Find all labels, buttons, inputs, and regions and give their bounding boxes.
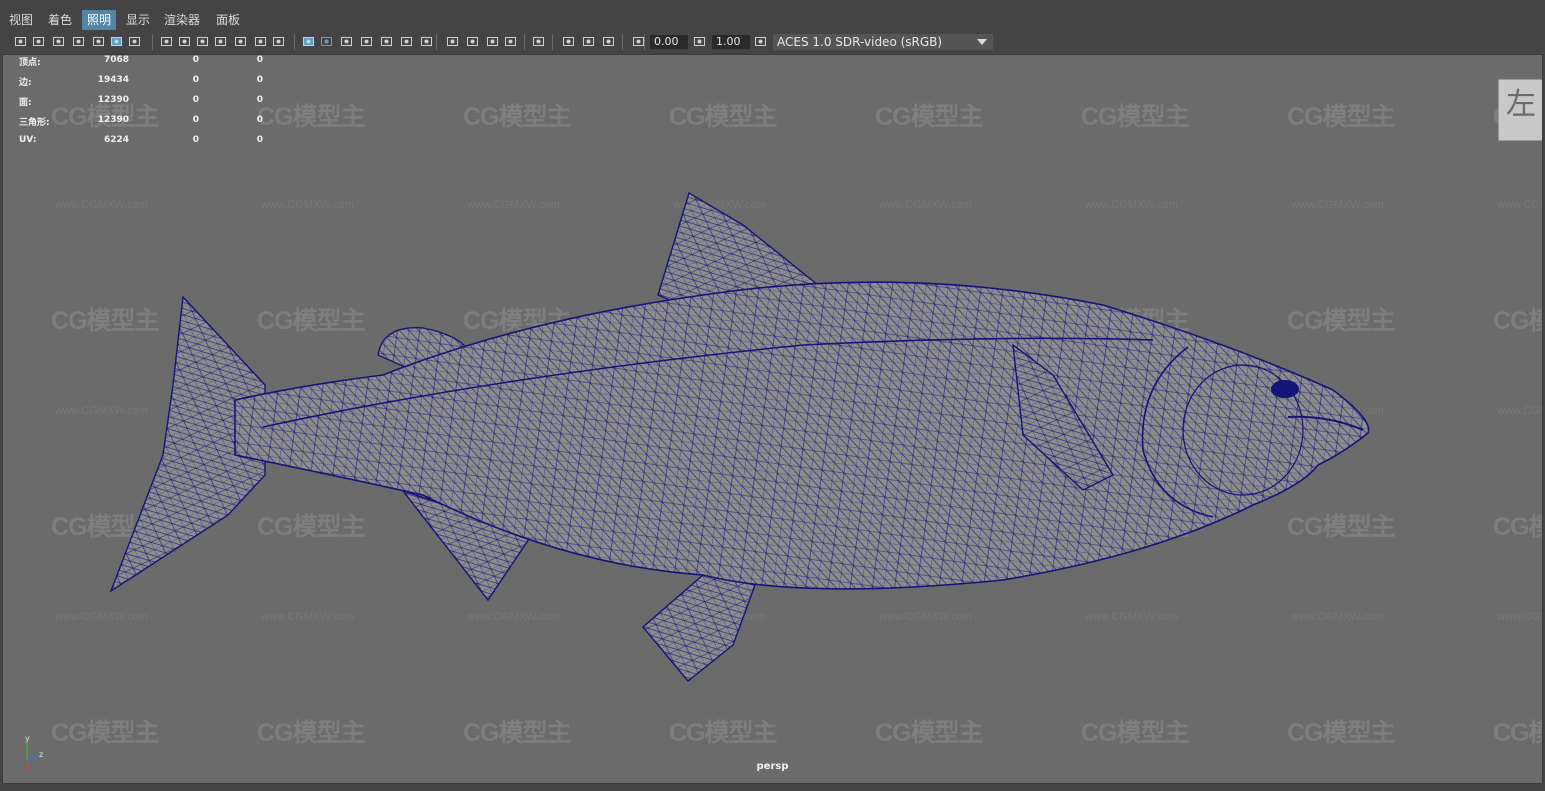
color-space-dropdown[interactable]: ACES 1.0 SDR-video (sRGB)	[773, 34, 993, 50]
hud-stat-label: UV:	[19, 135, 37, 145]
wireframe-icon[interactable]	[272, 35, 285, 48]
screen-space-ao-icon[interactable]	[420, 35, 433, 48]
safe-title-icon[interactable]	[254, 35, 267, 48]
bookmark-icon[interactable]	[52, 35, 65, 48]
smooth-shade-icon[interactable]	[302, 35, 315, 48]
hud-stat-value: 0	[256, 75, 263, 85]
pelvic-fin	[642, 574, 756, 682]
hud-stat-value: 0	[256, 55, 263, 65]
film-gate-icon[interactable]	[160, 35, 173, 48]
hud-stat-value: 0	[192, 95, 199, 105]
menu-item-4[interactable]: 渲染器	[159, 10, 205, 30]
use-all-lights-icon[interactable]	[380, 35, 393, 48]
resolution-gate-icon[interactable]	[178, 35, 191, 48]
hud-stat-label: 边:	[19, 78, 32, 88]
gamma-field[interactable]: 1.00	[712, 35, 750, 49]
image-plane-icon[interactable]	[72, 35, 85, 48]
view-cube-label: 左	[1506, 87, 1536, 122]
toolbar-separator	[622, 34, 623, 50]
toolbar-separator	[644, 34, 645, 50]
camera-attr-icon[interactable]	[32, 35, 45, 48]
exposure-field[interactable]: 0.00	[650, 35, 688, 49]
hud-stat-value: 0	[192, 55, 199, 65]
menu-item-2[interactable]: 照明	[82, 10, 117, 30]
toolbar-separator	[152, 34, 153, 50]
menu-item-1[interactable]: 着色	[43, 10, 77, 30]
3d-viewport[interactable]: CG模型主 CG模型主 CG模型主 CG模型主 CG模型主 CG模型主 CG模型主 CG模型主…	[2, 54, 1543, 784]
hud-stat-label: 三角形:	[19, 118, 50, 128]
isolate-select-icon[interactable]	[504, 35, 517, 48]
textured-icon[interactable]	[360, 35, 373, 48]
hud-stat-value: 19434	[97, 75, 129, 85]
grid-icon[interactable]	[128, 35, 141, 48]
pan-zoom-icon[interactable]	[92, 35, 105, 48]
toolbar-separator	[552, 34, 553, 50]
gate-mask-icon[interactable]	[196, 35, 209, 48]
multisample-aa-icon[interactable]	[466, 35, 479, 48]
hud-stat-label: 顶点:	[19, 58, 41, 68]
depth-of-field-icon[interactable]	[486, 35, 499, 48]
view-cube[interactable]: 左	[1498, 79, 1542, 141]
axis-z-label: z	[39, 750, 43, 759]
grease-pencil-icon[interactable]	[110, 35, 123, 48]
hud-stat-value: 6224	[103, 135, 129, 145]
toolbar-separator	[524, 34, 525, 50]
menu-item-0[interactable]: 视图	[4, 10, 38, 30]
motion-blur-icon[interactable]	[446, 35, 459, 48]
hud-stat-value: 12390	[97, 95, 129, 105]
hud-stat-value: 7068	[103, 55, 129, 65]
xray-active-icon[interactable]	[562, 35, 575, 48]
menu-item-5[interactable]: 面板	[211, 10, 245, 30]
axis-y-label: y	[25, 734, 30, 743]
camera-name-label: persp	[756, 761, 789, 772]
default-material-icon[interactable]	[320, 35, 333, 48]
color-space-label: ACES 1.0 SDR-video (sRGB)	[777, 35, 943, 49]
hud-stat-value: 0	[192, 135, 199, 145]
field-chart-icon[interactable]	[214, 35, 227, 48]
safe-action-icon[interactable]	[234, 35, 247, 48]
hud-stat-value: 0	[192, 115, 199, 125]
viewport-toolbar: 0.00 1.00 ACES 1.0 SDR-video (sRGB)	[0, 30, 1545, 54]
backface-culling-icon[interactable]	[602, 35, 615, 48]
gamma-icon[interactable]	[693, 35, 706, 48]
toolbar-separator	[294, 34, 295, 50]
menu-bar: 视图 着色 照明 显示 渲染器 面板	[0, 0, 1545, 30]
poly-count-hud: 顶点: 7068 0 0 边: 19434 0 0 面: 12390 0 0 三角形: 12390 0 0 UV…	[3, 55, 283, 155]
camera-icon[interactable]	[14, 35, 27, 48]
hud-stat-value: 0	[256, 135, 263, 145]
hud-stat-value: 12390	[97, 115, 129, 125]
wireframe-on-shaded-icon[interactable]	[340, 35, 353, 48]
fish-wireframe-mesh[interactable]	[3, 55, 1542, 783]
chevron-down-icon[interactable]	[977, 39, 987, 45]
hud-stat-value: 0	[256, 115, 263, 125]
hud-stat-label: 面:	[19, 98, 32, 108]
shadows-icon[interactable]	[400, 35, 413, 48]
fish-eye	[1271, 380, 1299, 398]
xray-joints-icon[interactable]	[582, 35, 595, 48]
menu-item-3[interactable]: 显示	[121, 10, 155, 30]
hud-stat-value: 0	[256, 95, 263, 105]
hud-stat-value: 0	[192, 75, 199, 85]
color-management-icon[interactable]	[754, 35, 767, 48]
xray-icon[interactable]	[532, 35, 545, 48]
toolbar-separator	[436, 34, 437, 50]
